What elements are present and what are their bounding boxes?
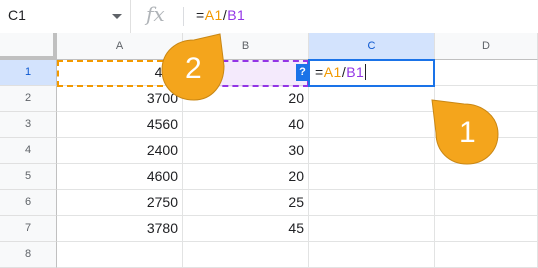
cell-b7[interactable]: 45	[183, 216, 309, 242]
cell-d7[interactable]	[435, 216, 538, 242]
row-header-6[interactable]: 6	[0, 190, 57, 216]
cell-a7[interactable]: 3780	[57, 216, 183, 242]
formula-toolbar: C1 fx =A1/B1	[0, 0, 538, 34]
cell-c8[interactable]	[309, 242, 435, 268]
fx-icon: fx	[146, 2, 165, 26]
editor-prefix: =	[315, 64, 324, 80]
cell-b5[interactable]: 20	[183, 164, 309, 190]
editor-ref-a: A1	[323, 64, 342, 80]
cell-a8[interactable]	[57, 242, 183, 268]
active-cell-editor[interactable]: =A1/B1	[308, 59, 435, 87]
cell-b4[interactable]: 30	[183, 138, 309, 164]
row-header-3[interactable]: 3	[0, 112, 57, 138]
cell-a3[interactable]: 4560	[57, 112, 183, 138]
row-header-5[interactable]: 5	[0, 164, 57, 190]
callout-badge-1: 1	[428, 94, 502, 166]
cell-d1[interactable]	[435, 60, 538, 86]
row-header-8[interactable]: 8	[0, 242, 57, 268]
callout-badge-2: 2	[158, 30, 230, 102]
text-cursor	[365, 64, 367, 80]
cell-b3[interactable]: 40	[183, 112, 309, 138]
select-all-corner[interactable]	[0, 33, 57, 60]
cell-d5[interactable]	[435, 164, 538, 190]
cell-d8[interactable]	[435, 242, 538, 268]
row-header-7[interactable]: 7	[0, 216, 57, 242]
cell-b8[interactable]	[183, 242, 309, 268]
row-header-2[interactable]: 2	[0, 86, 57, 112]
name-box-value[interactable]: C1	[8, 7, 26, 23]
cell-a4[interactable]: 2400	[57, 138, 183, 164]
editor-ref-b: B1	[346, 64, 365, 80]
active-cell-formula[interactable]: =A1/B1	[315, 64, 367, 80]
cell-c7[interactable]	[309, 216, 435, 242]
formula-divider	[183, 7, 184, 26]
cell-a5[interactable]: 4600	[57, 164, 183, 190]
cell-c4[interactable]	[309, 138, 435, 164]
cell-a6[interactable]: 2750	[57, 190, 183, 216]
cell-c5[interactable]	[309, 164, 435, 190]
callout-label-2: 2	[185, 52, 202, 85]
column-header-c[interactable]: C	[309, 33, 435, 60]
cell-d6[interactable]	[435, 190, 538, 216]
column-header-d[interactable]: D	[435, 33, 538, 60]
formula-ref-a: A1	[204, 7, 223, 23]
callout-label-1: 1	[459, 116, 476, 149]
cell-b6[interactable]: 25	[183, 190, 309, 216]
cell-c2[interactable]	[309, 86, 435, 112]
formula-input[interactable]: =A1/B1	[196, 7, 245, 23]
cell-c3[interactable]	[309, 112, 435, 138]
formula-ref-b: B1	[227, 7, 246, 23]
chevron-down-icon[interactable]	[112, 14, 122, 19]
name-box[interactable]: C1	[0, 0, 131, 33]
row-header-1[interactable]: 1	[0, 60, 57, 86]
formula-help-icon[interactable]: ?	[296, 64, 309, 81]
cell-c6[interactable]	[309, 190, 435, 216]
row-header-4[interactable]: 4	[0, 138, 57, 164]
formula-prefix: =	[196, 7, 205, 23]
